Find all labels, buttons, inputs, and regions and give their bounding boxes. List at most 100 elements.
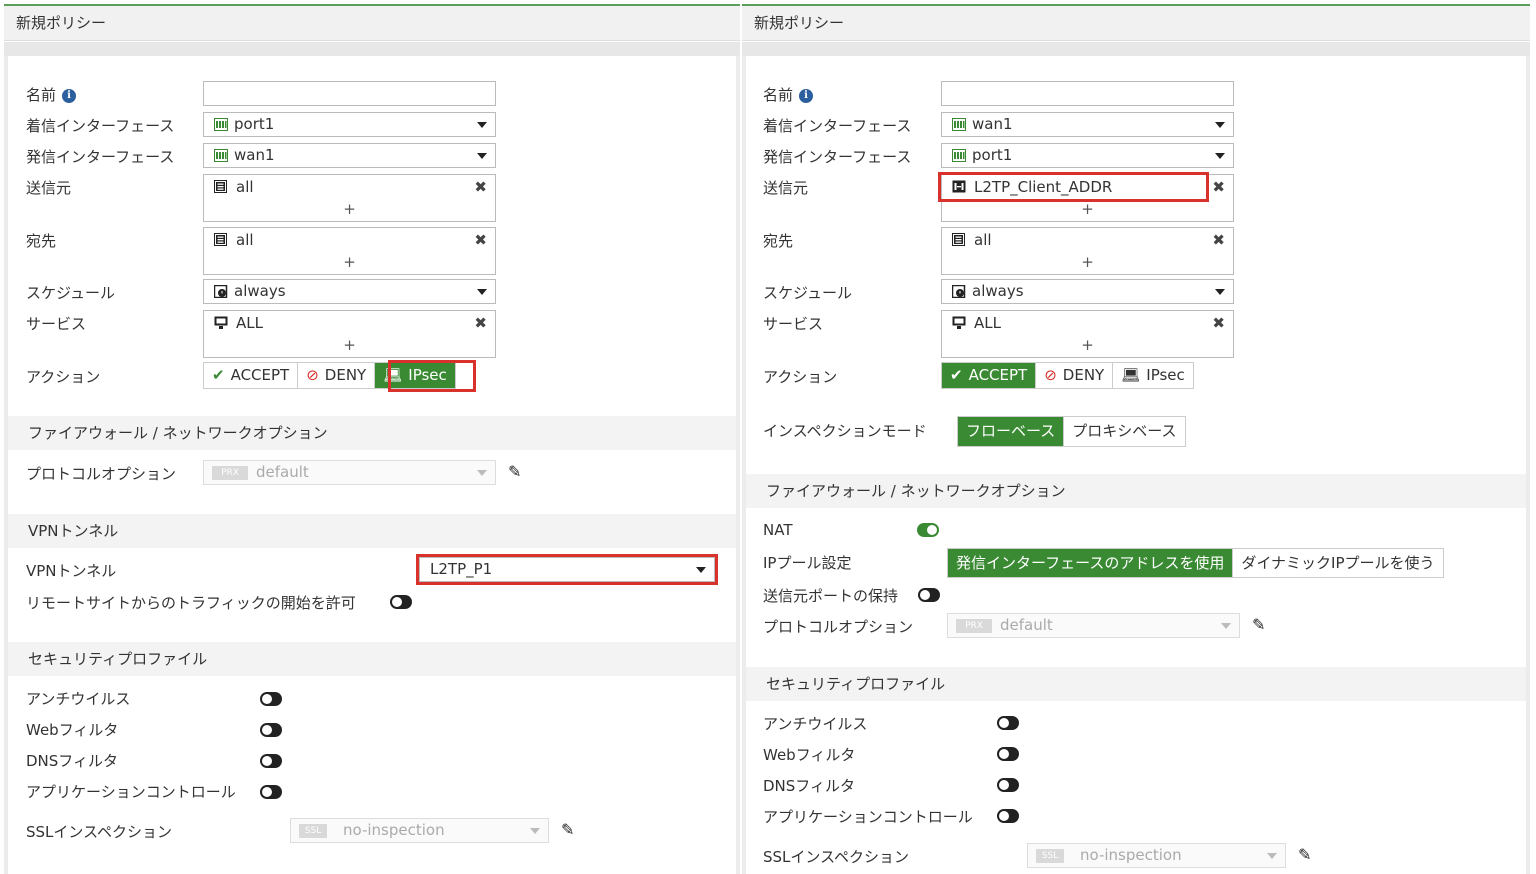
ssl-tag: SSL <box>299 824 327 838</box>
protocol-options-select: PRX default <box>947 613 1240 638</box>
remove-icon[interactable]: ✖ <box>474 178 487 196</box>
chevron-down-icon <box>1215 122 1225 128</box>
schedule-select[interactable]: always <box>941 279 1234 304</box>
dnsfilter-toggle[interactable] <box>260 754 282 768</box>
chevron-down-icon <box>477 153 487 159</box>
remove-icon[interactable]: ✖ <box>1212 314 1225 332</box>
address-icon <box>214 180 227 193</box>
deny-button[interactable]: ⊘ DENY <box>1036 363 1114 388</box>
info-icon[interactable]: i <box>62 88 77 103</box>
form-body: 名前 i 着信インターフェース port1 発信インターフェース wan1 送信元… <box>4 56 740 874</box>
dnsfilter-toggle[interactable] <box>997 778 1019 792</box>
vpn-tunnel-label: VPNトンネル <box>26 562 117 580</box>
incoming-interface-select[interactable]: port1 <box>203 112 496 137</box>
ipsec-button[interactable]: 💻︎ IPsec <box>1113 363 1193 388</box>
ip-pool-toggle-group: 発信インターフェースのアドレスを使用 ダイナミックIPプールを使う <box>947 548 1444 578</box>
protocol-options-label: プロトコルオプション <box>763 618 914 636</box>
edit-icon[interactable]: ✎ <box>508 462 521 481</box>
chevron-down-icon <box>1215 289 1225 295</box>
flow-based-button[interactable]: フローベース <box>958 417 1065 446</box>
add-icon[interactable]: + <box>942 336 1233 354</box>
nat-toggle[interactable] <box>917 523 939 537</box>
appcontrol-label: アプリケーションコントロール <box>26 783 236 801</box>
incoming-interface-label: 着信インターフェース <box>26 117 175 135</box>
ssl-inspection-select: SSL no-inspection <box>1027 843 1286 868</box>
service-field[interactable]: ALL ✖ + <box>941 310 1234 358</box>
right-policy-panel: 新規ポリシー 名前 i 着信インターフェース wan1 発信インターフェース po… <box>742 0 1530 874</box>
dynamic-ip-pool-button[interactable]: ダイナミックIPプールを使う <box>1233 549 1442 577</box>
schedule-select[interactable]: always <box>203 279 496 304</box>
appcontrol-toggle[interactable] <box>260 785 282 799</box>
address-icon <box>214 233 227 246</box>
chevron-down-icon <box>477 289 487 295</box>
ssl-inspection-label: SSLインスペクション <box>763 848 910 866</box>
security-profile-section: セキュリティプロファイル <box>8 642 736 676</box>
add-icon[interactable]: + <box>204 336 495 354</box>
add-icon[interactable]: + <box>204 253 495 271</box>
outgoing-interface-value: wan1 <box>234 146 275 164</box>
address-icon <box>952 233 965 246</box>
antivirus-toggle[interactable] <box>997 716 1019 730</box>
chevron-down-icon <box>477 122 487 128</box>
accept-button[interactable]: ✔ ACCEPT <box>204 363 299 388</box>
add-icon[interactable]: + <box>942 200 1233 218</box>
service-icon <box>952 316 966 329</box>
info-icon[interactable]: i <box>799 88 814 103</box>
use-outgoing-address-button[interactable]: 発信インターフェースのアドレスを使用 <box>948 549 1234 577</box>
incoming-interface-select[interactable]: wan1 <box>941 112 1234 137</box>
remove-icon[interactable]: ✖ <box>1212 178 1225 196</box>
remove-icon[interactable]: ✖ <box>1212 231 1225 249</box>
add-icon[interactable]: + <box>204 200 495 218</box>
remote-site-toggle[interactable] <box>390 595 412 609</box>
name-input[interactable] <box>203 81 496 106</box>
source-highlight <box>938 172 1209 202</box>
protocol-options-label: プロトコルオプション <box>26 465 177 483</box>
dnsfilter-label: DNSフィルタ <box>26 752 118 770</box>
remove-icon[interactable]: ✖ <box>474 314 487 332</box>
security-profile-section: セキュリティプロファイル <box>746 667 1526 701</box>
edit-icon[interactable]: ✎ <box>561 820 574 839</box>
chevron-down-icon <box>1267 853 1277 859</box>
outgoing-interface-select[interactable]: port1 <box>941 143 1234 168</box>
outgoing-interface-value: port1 <box>972 146 1013 164</box>
preserve-source-port-toggle[interactable] <box>918 588 940 602</box>
add-icon[interactable]: + <box>942 253 1233 271</box>
outgoing-interface-select[interactable]: wan1 <box>203 143 496 168</box>
service-field[interactable]: ALL ✖ + <box>203 310 496 358</box>
incoming-interface-label: 着信インターフェース <box>763 117 912 135</box>
service-entry: ALL <box>952 314 1001 332</box>
edit-icon[interactable]: ✎ <box>1298 845 1311 864</box>
remove-icon[interactable]: ✖ <box>474 231 487 249</box>
deny-icon: ⊘ <box>1044 366 1057 384</box>
preserve-source-port-label: 送信元ポートの保持 <box>763 587 899 605</box>
destination-label: 宛先 <box>763 232 794 250</box>
edit-icon[interactable]: ✎ <box>1252 615 1265 634</box>
dnsfilter-label: DNSフィルタ <box>763 777 855 795</box>
webfilter-toggle[interactable] <box>997 747 1019 761</box>
schedule-label: スケジュール <box>763 284 852 302</box>
destination-label: 宛先 <box>26 232 57 250</box>
appcontrol-toggle[interactable] <box>997 809 1019 823</box>
check-icon: ✔ <box>212 366 225 384</box>
schedule-value: always <box>972 282 1024 300</box>
antivirus-label: アンチウイルス <box>26 690 131 708</box>
name-input[interactable] <box>941 81 1234 106</box>
proxy-based-button[interactable]: プロキシベース <box>1064 417 1184 446</box>
webfilter-toggle[interactable] <box>260 723 282 737</box>
destination-field[interactable]: all ✖ + <box>941 227 1234 275</box>
schedule-icon <box>214 285 228 298</box>
title-shadow <box>742 42 1530 56</box>
chevron-down-icon <box>1215 153 1225 159</box>
deny-button[interactable]: ⊘ DENY <box>298 363 376 388</box>
firewall-network-section: ファイアウォール / ネットワークオプション <box>746 474 1526 508</box>
check-icon: ✔ <box>950 366 963 384</box>
form-body: 名前 i 着信インターフェース wan1 発信インターフェース port1 送信元… <box>742 56 1530 874</box>
firewall-network-section: ファイアウォール / ネットワークオプション <box>8 416 736 450</box>
destination-field[interactable]: all ✖ + <box>203 227 496 275</box>
source-field[interactable]: all ✖ + <box>203 174 496 222</box>
antivirus-toggle[interactable] <box>260 692 282 706</box>
accept-button[interactable]: ✔ ACCEPT <box>942 363 1037 388</box>
nat-label: NAT <box>763 521 793 539</box>
protocol-options-select: PRX default <box>203 460 496 485</box>
action-label: アクション <box>763 368 838 386</box>
